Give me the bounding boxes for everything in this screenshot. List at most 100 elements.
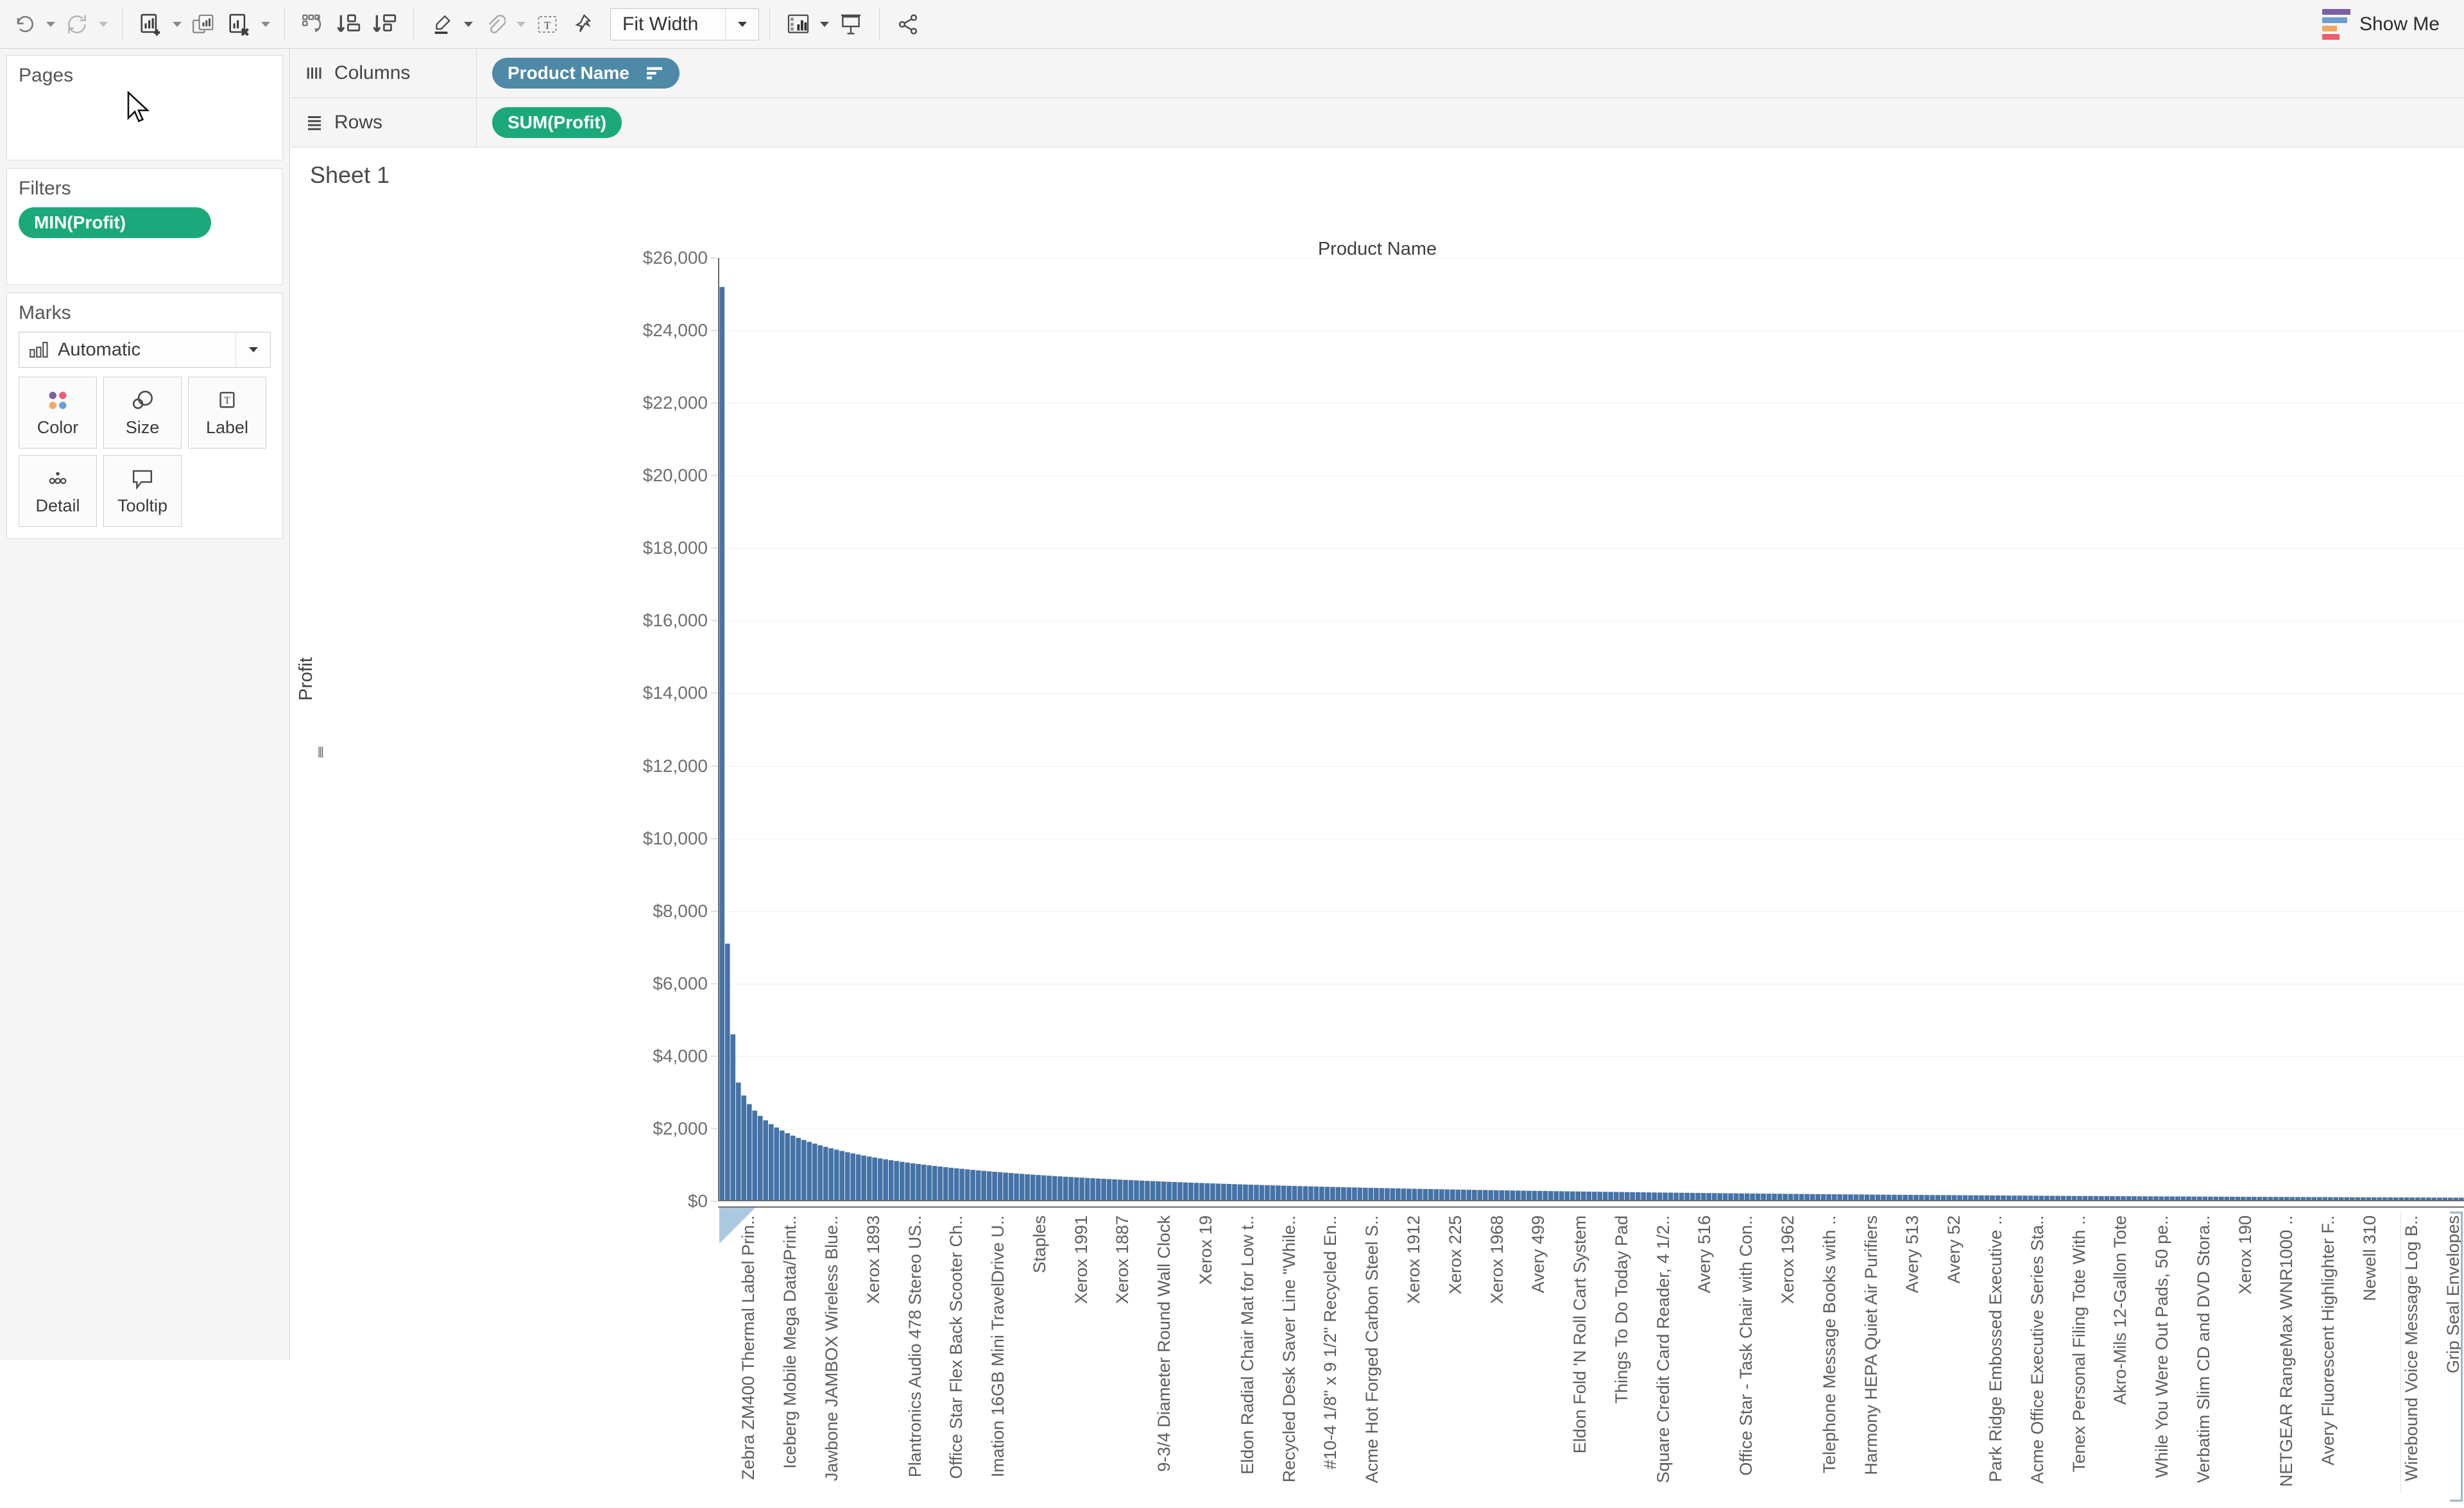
bar-mark[interactable]: [1374, 1188, 1379, 1201]
bar-mark[interactable]: [1112, 1179, 1117, 1201]
x-axis-tick-label[interactable]: NETGEAR RangeMax WNR1000 ..: [2277, 1215, 2297, 1487]
bar-mark[interactable]: [1057, 1176, 1063, 1201]
x-axis-tick-label[interactable]: Jawbone JAMBOX Wireless Blue..: [822, 1215, 842, 1481]
bar-mark[interactable]: [1390, 1188, 1396, 1201]
clear-sheet-dropdown-caret[interactable]: [257, 6, 274, 42]
y-axis-title[interactable]: Profit: [296, 657, 317, 701]
bar-mark[interactable]: [855, 1154, 861, 1201]
bar-mark[interactable]: [1074, 1177, 1079, 1201]
bar-mark[interactable]: [1352, 1187, 1357, 1201]
bar-mark[interactable]: [905, 1162, 910, 1201]
columns-shelf-dropzone[interactable]: Product Name: [477, 49, 2464, 98]
show-hide-cards-icon[interactable]: [780, 6, 816, 42]
bar-mark[interactable]: [1221, 1183, 1226, 1201]
bar-mark[interactable]: [1319, 1187, 1324, 1201]
new-worksheet-icon[interactable]: [133, 6, 169, 42]
x-axis-tick-label[interactable]: Xerox 19: [1196, 1215, 1216, 1285]
bar-mark[interactable]: [1259, 1185, 1265, 1201]
bar-mark[interactable]: [1292, 1186, 1297, 1201]
x-axis-tick-label[interactable]: Recycled Desk Saver Line "While..: [1279, 1215, 1299, 1482]
bar-mark[interactable]: [1117, 1179, 1123, 1201]
bar-mark[interactable]: [1270, 1185, 1276, 1201]
x-axis-tick-label[interactable]: Xerox 1912: [1404, 1215, 1424, 1304]
x-axis-tick-label[interactable]: Staples: [1030, 1215, 1050, 1273]
bar-mark[interactable]: [730, 1034, 736, 1201]
bar-mark[interactable]: [850, 1153, 856, 1201]
bar-mark[interactable]: [975, 1170, 981, 1201]
bar-mark[interactable]: [1330, 1187, 1335, 1201]
bar-mark[interactable]: [785, 1133, 791, 1201]
bar-mark[interactable]: [796, 1138, 801, 1201]
bar-mark[interactable]: [927, 1165, 932, 1201]
bar-mark[interactable]: [839, 1151, 845, 1201]
bar-mark[interactable]: [894, 1161, 899, 1201]
bar-mark[interactable]: [1167, 1181, 1172, 1201]
x-axis-tick-label[interactable]: Akro-Mils 12-Gallon Tote: [2110, 1215, 2130, 1405]
plot-area[interactable]: [718, 258, 2464, 1201]
bar-mark[interactable]: [779, 1130, 785, 1201]
bar-mark[interactable]: [1095, 1178, 1101, 1201]
bar-mark[interactable]: [1156, 1181, 1161, 1201]
bar-mark[interactable]: [1068, 1177, 1074, 1201]
marks-size-button[interactable]: Size: [103, 377, 182, 449]
bar-mark[interactable]: [866, 1156, 872, 1201]
duplicate-sheet-icon[interactable]: [185, 6, 221, 42]
rows-shelf-dropzone[interactable]: SUM(Profit): [477, 98, 2464, 147]
bar-mark[interactable]: [834, 1149, 839, 1201]
x-axis-tick-label[interactable]: Xerox 1968: [1487, 1215, 1507, 1304]
x-axis-tick-label[interactable]: Eldon Radial Chair Mat for Low t..: [1238, 1215, 1258, 1475]
bar-mark[interactable]: [997, 1172, 1003, 1201]
sort-descending-icon[interactable]: [367, 6, 403, 42]
bar-mark[interactable]: [1265, 1185, 1270, 1201]
x-axis-tick-label[interactable]: Avery 52: [1944, 1215, 1964, 1283]
column-header-title[interactable]: Product Name: [291, 239, 2464, 260]
undo-icon[interactable]: [6, 6, 42, 42]
x-axis-tick-label[interactable]: 9-3/4 Diameter Round Wall Clock: [1154, 1215, 1174, 1472]
bar-mark[interactable]: [1025, 1174, 1030, 1201]
bar-mark[interactable]: [1248, 1185, 1254, 1201]
bar-mark[interactable]: [1199, 1183, 1204, 1201]
bar-mark[interactable]: [1030, 1174, 1036, 1201]
bar-mark[interactable]: [1008, 1173, 1014, 1201]
bar-mark[interactable]: [807, 1142, 812, 1201]
bar-mark[interactable]: [1276, 1185, 1281, 1201]
bar-mark[interactable]: [1324, 1187, 1330, 1201]
bar-mark[interactable]: [768, 1124, 774, 1201]
rows-shelf[interactable]: Rows SUM(Profit): [291, 98, 2464, 148]
bar-mark[interactable]: [1003, 1172, 1008, 1201]
bar-mark[interactable]: [1204, 1183, 1210, 1201]
show-me-button[interactable]: Show Me: [2316, 5, 2446, 44]
bar-mark[interactable]: [932, 1165, 937, 1201]
bar-mark[interactable]: [1079, 1178, 1084, 1201]
bar-mark[interactable]: [1297, 1186, 1303, 1201]
bar-mark[interactable]: [1063, 1176, 1068, 1201]
x-axis-tick-label[interactable]: Xerox 225: [1446, 1215, 1466, 1294]
x-axis-tick-label[interactable]: Office Star - Task Chair with Con..: [1736, 1215, 1756, 1476]
bar-mark[interactable]: [828, 1148, 834, 1201]
x-axis-tick-label[interactable]: Iceberg Mobile Mega Data/Print..: [780, 1215, 800, 1469]
bar-mark[interactable]: [937, 1166, 943, 1201]
bar-mark[interactable]: [921, 1164, 927, 1201]
x-axis-tick-label[interactable]: Avery Fluorescent Highlighter F..: [2318, 1215, 2338, 1466]
x-axis-tick-label[interactable]: Xerox 1887: [1113, 1215, 1133, 1304]
swap-rows-columns-icon[interactable]: [295, 6, 331, 42]
highlighter-dropdown-caret[interactable]: [460, 6, 477, 42]
x-axis-tick-label[interactable]: Park Ridge Embossed Executive ..: [1986, 1215, 2006, 1482]
text-box-icon[interactable]: T: [529, 6, 565, 42]
bar-mark[interactable]: [774, 1127, 780, 1201]
bar-mark[interactable]: [790, 1135, 796, 1201]
bar-mark[interactable]: [1243, 1184, 1248, 1201]
x-axis-tick-label[interactable]: Tenex Personal Filing Tote With ..: [2069, 1215, 2089, 1472]
pin-icon[interactable]: [565, 6, 601, 42]
bar-mark[interactable]: [1335, 1187, 1341, 1201]
bar-mark[interactable]: [1346, 1187, 1352, 1201]
bar-mark[interactable]: [970, 1170, 975, 1201]
bar-chart-marks[interactable]: [719, 258, 2464, 1201]
bar-mark[interactable]: [757, 1115, 763, 1201]
attach-icon[interactable]: [477, 6, 513, 42]
x-axis-tick-label[interactable]: Newell 310: [2360, 1215, 2380, 1301]
undo-dropdown-caret[interactable]: [42, 6, 59, 42]
bar-mark[interactable]: [888, 1160, 894, 1201]
bar-mark[interactable]: [964, 1169, 970, 1201]
rows-pill-sum-profit[interactable]: SUM(Profit): [492, 107, 622, 138]
